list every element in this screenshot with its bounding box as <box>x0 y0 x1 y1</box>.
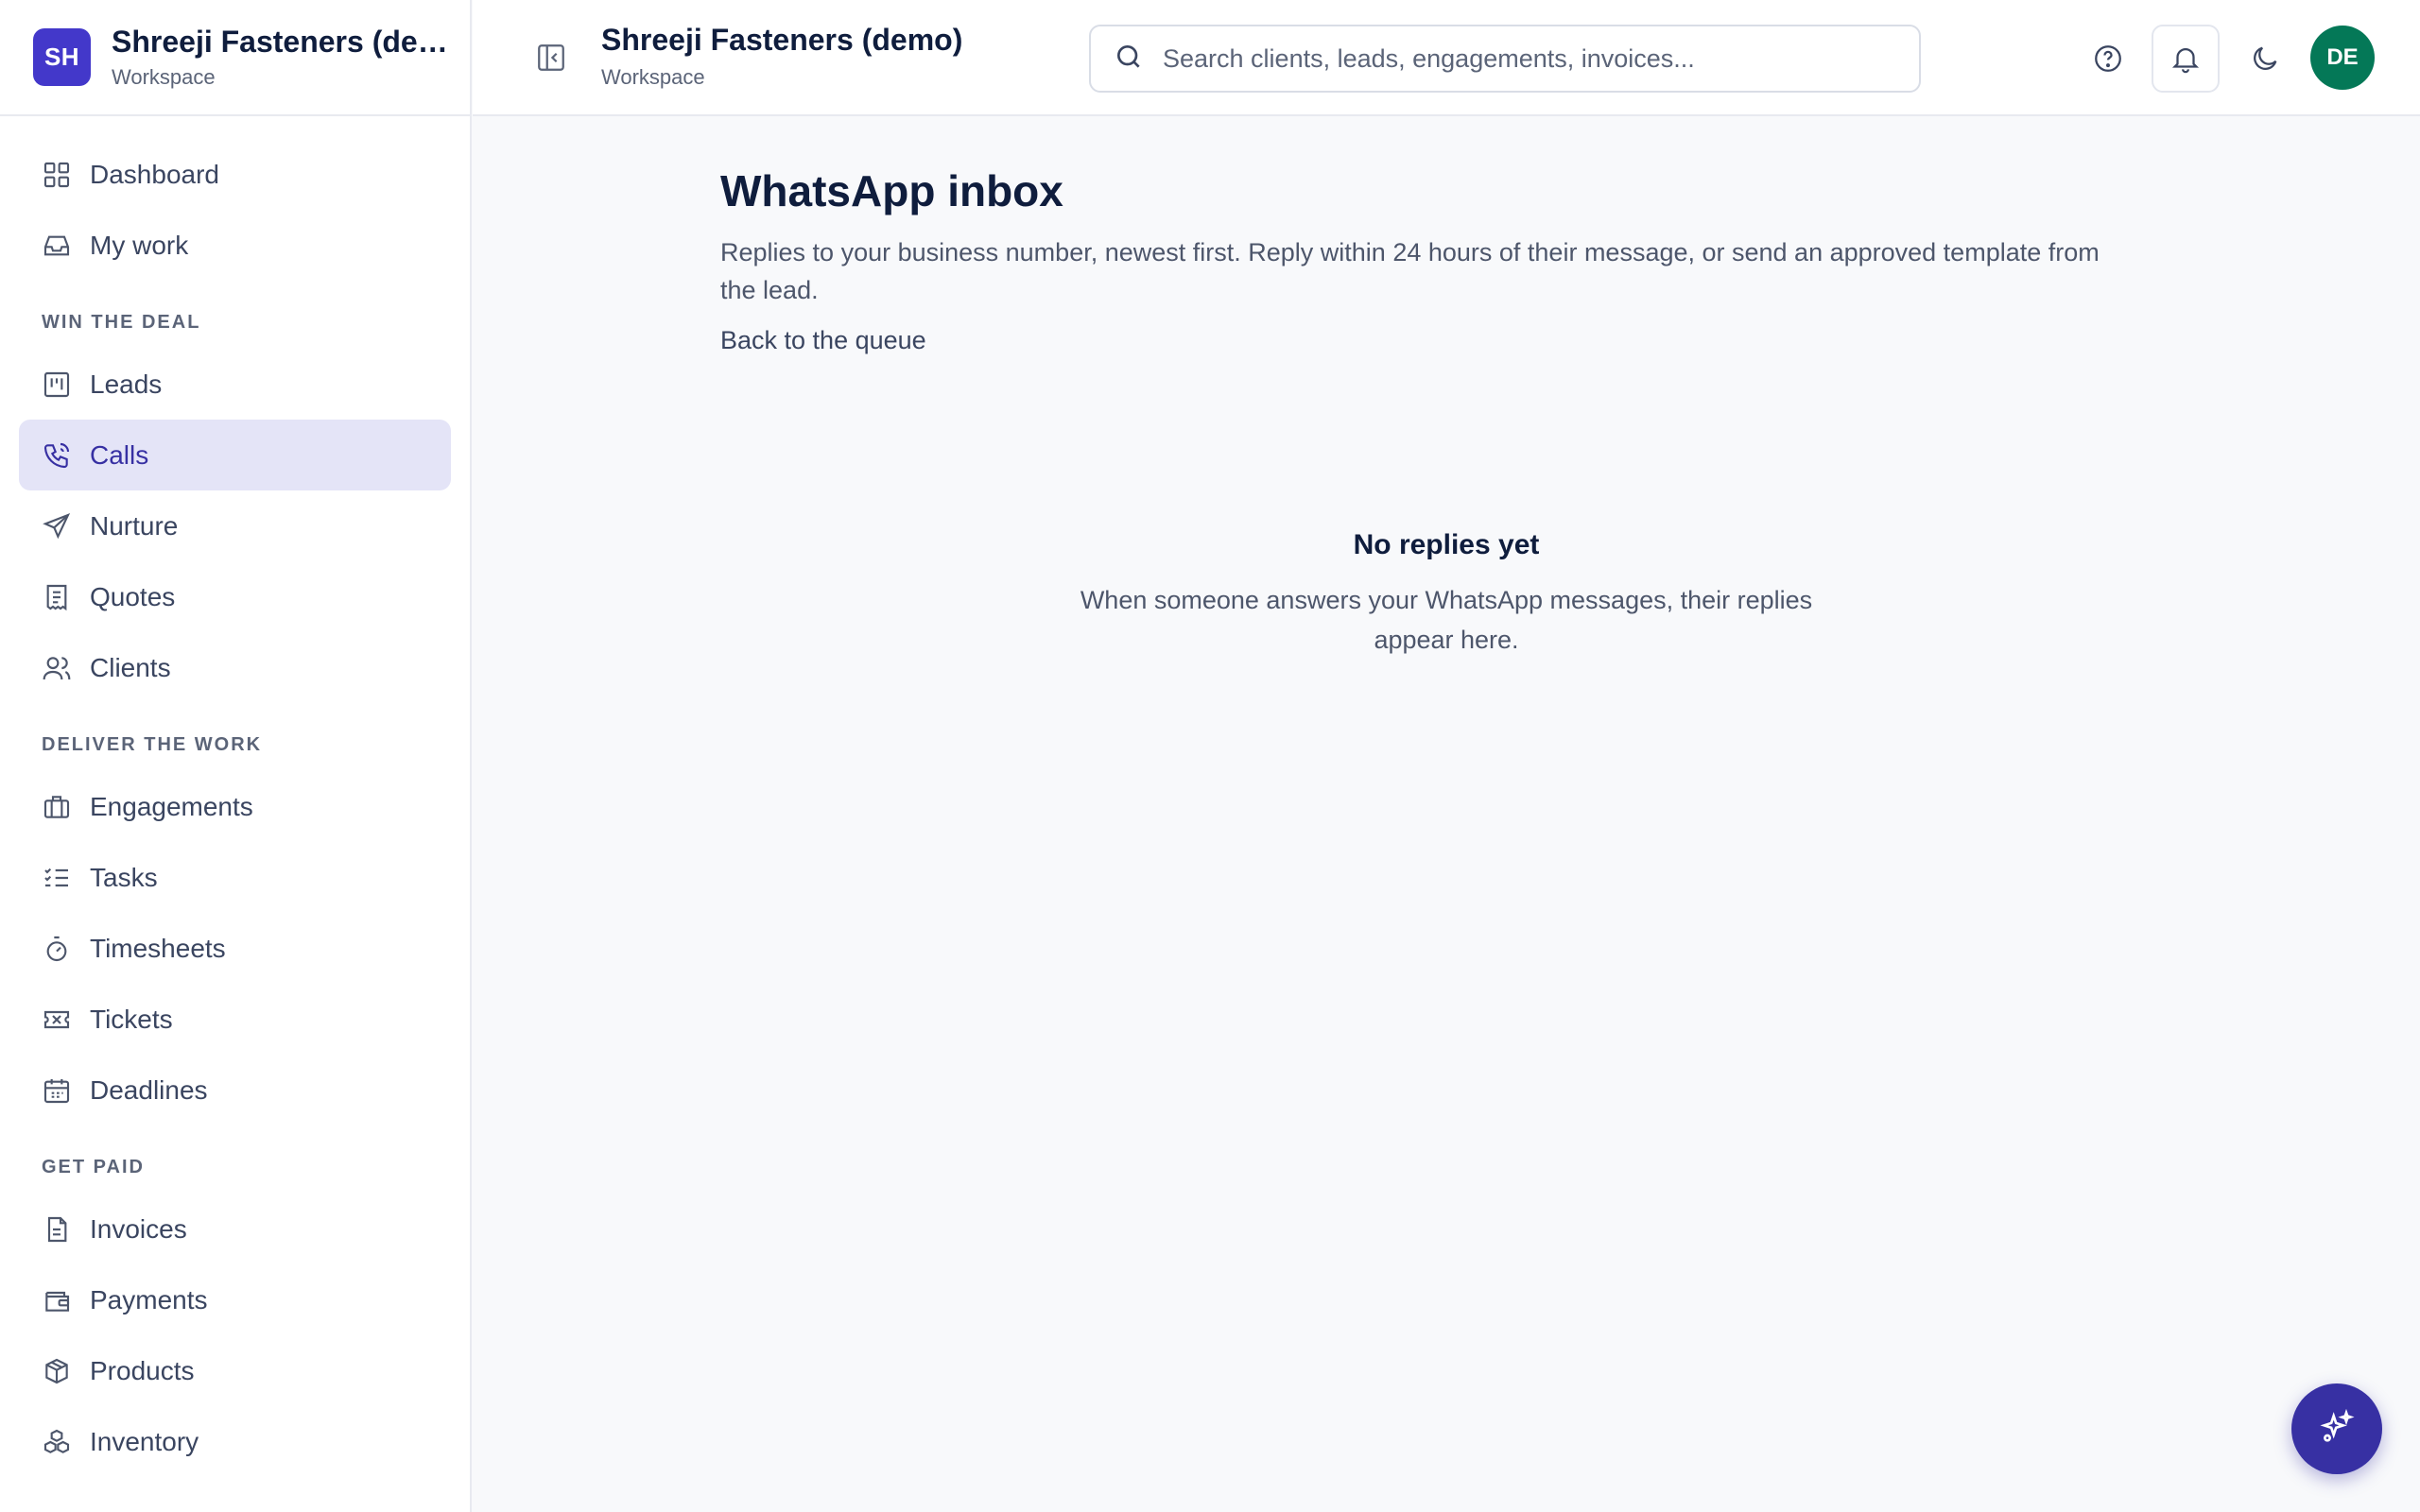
sidebar-item-label: Clients <box>90 652 171 682</box>
header-workspace: Shreeji Fasteners (demo) Workspace <box>601 23 962 90</box>
sidebar-item-my-work[interactable]: My work <box>19 210 451 281</box>
inbox-icon <box>41 230 73 262</box>
sidebar-item-label: Leads <box>90 369 163 399</box>
top-header: Shreeji Fasteners (demo) Workspace DE <box>473 0 2420 116</box>
sidebar-item-label: Deadlines <box>90 1074 208 1105</box>
sidebar-item-label: Tickets <box>90 1004 173 1034</box>
sidebar-item-payments[interactable]: Payments <box>19 1264 451 1335</box>
checklist-icon <box>41 862 73 894</box>
sidebar-item-label: Nurture <box>90 510 179 541</box>
sidebar-item-label: My work <box>90 230 189 260</box>
workspace-switcher[interactable]: SH Shreeji Fasteners (dem... Workspace <box>0 0 470 116</box>
sidebar-item-calls[interactable]: Calls <box>19 420 451 490</box>
briefcase-icon <box>41 791 73 823</box>
sidebar-item-tickets[interactable]: Tickets <box>19 984 451 1055</box>
page-title: WhatsApp inbox <box>720 166 1063 215</box>
header-subtitle: Workspace <box>601 65 705 89</box>
sidebar-nav: Dashboard My work WIN THE DEAL Leads Cal… <box>0 116 470 1477</box>
sidebar-item-leads[interactable]: Leads <box>19 349 451 420</box>
ticket-icon <box>41 1004 73 1036</box>
header-title: Shreeji Fasteners (demo) <box>601 23 963 57</box>
global-search[interactable] <box>1089 25 1921 93</box>
main-content: WhatsApp inbox Replies to your business … <box>720 165 2138 355</box>
sidebar-item-tasks[interactable]: Tasks <box>19 842 451 913</box>
search-icon <box>1114 42 1144 77</box>
sidebar-item-label: Tasks <box>90 862 158 892</box>
kanban-icon <box>41 369 73 401</box>
sidebar-item-label: Timesheets <box>90 933 226 963</box>
section-label-win-the-deal: WIN THE DEAL <box>42 312 201 333</box>
app-root: SH Shreeji Fasteners (dem... Workspace D… <box>0 0 2420 1512</box>
sidebar-item-label: Payments <box>90 1284 208 1314</box>
sidebar: SH Shreeji Fasteners (dem... Workspace D… <box>0 0 472 1512</box>
moon-icon[interactable] <box>2231 25 2299 93</box>
sidebar-item-label: Products <box>90 1355 195 1385</box>
sidebar-item-inventory[interactable]: Inventory <box>19 1406 451 1477</box>
workspace-subtitle: Workspace <box>112 65 216 89</box>
sidebar-item-label: Quotes <box>90 581 176 611</box>
sidebar-item-timesheets[interactable]: Timesheets <box>19 913 451 984</box>
search-input[interactable] <box>1163 43 1900 74</box>
package-icon <box>41 1355 73 1387</box>
section-label-get-paid: GET PAID <box>42 1157 145 1177</box>
wallet-icon <box>41 1284 73 1316</box>
sidebar-collapse-icon[interactable] <box>535 42 567 74</box>
workspace-badge: SH <box>33 28 91 86</box>
phone-icon <box>41 439 73 472</box>
sidebar-item-label: Invoices <box>90 1213 187 1244</box>
sidebar-item-products[interactable]: Products <box>19 1335 451 1406</box>
sparkles-icon <box>2318 1408 2356 1451</box>
sidebar-item-clients[interactable]: Clients <box>19 632 451 703</box>
sidebar-item-label: Engagements <box>90 791 253 821</box>
boxes-icon <box>41 1426 73 1458</box>
sidebar-item-deadlines[interactable]: Deadlines <box>19 1055 451 1125</box>
empty-state: No replies yet When someone answers your… <box>1068 529 1824 660</box>
sidebar-item-label: Dashboard <box>90 159 219 189</box>
page-description: Replies to your business number, newest … <box>720 238 2100 304</box>
bell-icon[interactable] <box>2152 25 2220 93</box>
empty-state-description: When someone answers your WhatsApp messa… <box>1080 586 1813 654</box>
help-icon[interactable] <box>2074 25 2142 93</box>
sidebar-item-label: Calls <box>90 439 149 470</box>
sidebar-item-engagements[interactable]: Engagements <box>19 771 451 842</box>
sidebar-item-quotes[interactable]: Quotes <box>19 561 451 632</box>
workspace-name: Shreeji Fasteners (dem... <box>112 25 452 59</box>
file-icon <box>41 1213 73 1246</box>
empty-state-title: No replies yet <box>1353 529 1540 560</box>
receipt-icon <box>41 581 73 613</box>
calendar-icon <box>41 1074 73 1107</box>
ai-assistant-button[interactable] <box>2291 1383 2382 1474</box>
stopwatch-icon <box>41 933 73 965</box>
sidebar-item-dashboard[interactable]: Dashboard <box>19 139 451 210</box>
back-to-queue-link[interactable]: Back to the queue <box>720 326 926 355</box>
users-icon <box>41 652 73 684</box>
section-label-deliver-the-work: DELIVER THE WORK <box>42 734 263 755</box>
sidebar-item-nurture[interactable]: Nurture <box>19 490 451 561</box>
sidebar-item-label: Inventory <box>90 1426 199 1456</box>
send-icon <box>41 510 73 542</box>
grid-icon <box>41 159 73 191</box>
sidebar-item-invoices[interactable]: Invoices <box>19 1194 451 1264</box>
avatar[interactable]: DE <box>2310 26 2375 90</box>
